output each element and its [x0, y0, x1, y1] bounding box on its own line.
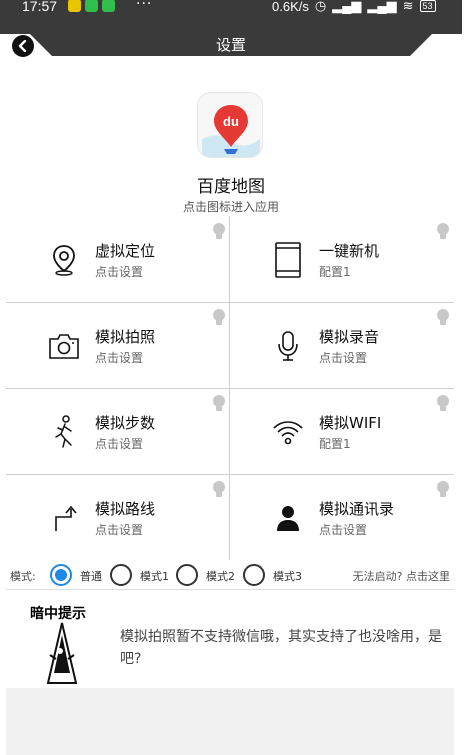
- signal-icon: ▂▄▆: [367, 0, 397, 13]
- feature-name: 模拟拍照: [95, 328, 156, 346]
- more-notifications: ···: [136, 0, 153, 12]
- lightbulb-icon: [212, 222, 226, 246]
- location-pin-icon: [48, 242, 80, 278]
- peeking-figure-icon: [44, 621, 80, 691]
- lightbulb-icon: [212, 308, 226, 332]
- lightbulb-icon: [436, 222, 450, 246]
- feature-sub: 点击设置: [319, 351, 368, 365]
- notification-app-icon: [68, 0, 81, 12]
- status-bar: 17:57 ··· 0.6K/s ◷ ▂▄▆ ▂▄▆ ≋ 53: [0, 0, 462, 14]
- feature-virtual-location[interactable]: 虚拟定位 点击设置: [6, 216, 230, 302]
- right-edge: [462, 0, 476, 755]
- back-arrow-icon: [18, 40, 27, 52]
- tip-text: 模拟拍照暂不支持微信哦，其实支持了也没啥用，是吧?: [120, 629, 442, 667]
- battery-icon: 53: [419, 0, 436, 12]
- wechat-icon: [102, 0, 115, 12]
- feature-sub: 点击设置: [95, 523, 144, 537]
- help-link[interactable]: 无法启动? 点击这里: [353, 568, 450, 584]
- feature-simulate-recording[interactable]: 模拟录音 点击设置: [230, 302, 454, 388]
- wechat-icon: [85, 0, 98, 12]
- top-bar: [0, 14, 462, 34]
- app-hint: 点击图标进入应用: [182, 200, 279, 214]
- feature-simulate-contacts[interactable]: 模拟通讯录 点击设置: [230, 474, 454, 560]
- mode-radio-normal[interactable]: [50, 564, 72, 586]
- divider: [6, 589, 454, 590]
- mode-option-label: 模式3: [273, 570, 302, 583]
- mode-option-label: 模式2: [206, 570, 235, 583]
- net-speed: 0.6K/s: [272, 0, 309, 14]
- feature-name: 模拟通讯录: [319, 500, 395, 518]
- page-title: 设置: [215, 36, 246, 54]
- phone-icon: [272, 242, 304, 278]
- mode-label: 模式:: [10, 570, 36, 583]
- feature-name: 模拟录音: [319, 328, 380, 346]
- app-icon[interactable]: du: [197, 92, 263, 158]
- status-time: 17:57: [22, 0, 58, 14]
- microphone-icon: [272, 328, 304, 364]
- feature-sub: 配置1: [319, 265, 351, 279]
- feature-new-device[interactable]: 一键新机 配置1: [230, 216, 454, 302]
- feature-name: 虚拟定位: [95, 242, 156, 260]
- contact-icon: [272, 500, 304, 536]
- feature-sub: 配置1: [319, 437, 351, 451]
- map-pin-icon: du: [202, 105, 260, 157]
- tip-title: 暗中提示: [30, 606, 86, 622]
- lightbulb-icon: [436, 394, 450, 418]
- mode-option-label: 普通: [80, 570, 102, 583]
- bottom-panel: [6, 688, 454, 755]
- feature-simulate-route[interactable]: 模拟路线 点击设置: [6, 474, 230, 560]
- feature-name: 模拟步数: [95, 414, 156, 432]
- route-icon: [48, 500, 80, 536]
- camera-icon: [48, 328, 80, 364]
- app-name: 百度地图: [197, 177, 265, 197]
- mode-radio-3[interactable]: [243, 564, 265, 586]
- feature-name: 一键新机: [319, 242, 380, 260]
- feature-name: 模拟路线: [95, 500, 156, 518]
- wifi-status-icon: ≋: [402, 0, 414, 13]
- mode-selector: 模式: 普通 模式1 模式2 模式3 无法启动? 点击这里: [0, 562, 462, 588]
- mode-radio-1[interactable]: [110, 564, 132, 586]
- notification-icons: [68, 0, 115, 12]
- feature-grid: 虚拟定位 点击设置 一键新机 配置1 模拟拍照 点击设置 模拟录音 点击设置 模…: [6, 216, 454, 560]
- walking-icon: [48, 414, 80, 450]
- feature-simulate-photo[interactable]: 模拟拍照 点击设置: [6, 302, 230, 388]
- wifi-icon: [272, 414, 304, 450]
- mode-option-label: 模式1: [140, 570, 169, 583]
- lightbulb-icon: [436, 308, 450, 332]
- feature-sub: 点击设置: [95, 351, 144, 365]
- signal-icon: ▂▄▆: [332, 0, 362, 13]
- lightbulb-icon: [212, 394, 226, 418]
- feature-name: 模拟WIFI: [319, 414, 382, 432]
- feature-simulate-wifi[interactable]: 模拟WIFI 配置1: [230, 388, 454, 474]
- mode-radio-2[interactable]: [176, 564, 198, 586]
- feature-simulate-steps[interactable]: 模拟步数 点击设置: [6, 388, 230, 474]
- back-button[interactable]: [12, 35, 34, 57]
- lightbulb-icon: [436, 480, 450, 504]
- feature-sub: 点击设置: [95, 437, 144, 451]
- status-right: 0.6K/s ◷ ▂▄▆ ▂▄▆ ≋ 53: [272, 0, 436, 14]
- app-icon-text: du: [223, 114, 239, 129]
- feature-sub: 点击设置: [95, 265, 144, 279]
- feature-sub: 点击设置: [319, 523, 368, 537]
- lightbulb-icon: [212, 480, 226, 504]
- alarm-icon: ◷: [314, 0, 327, 13]
